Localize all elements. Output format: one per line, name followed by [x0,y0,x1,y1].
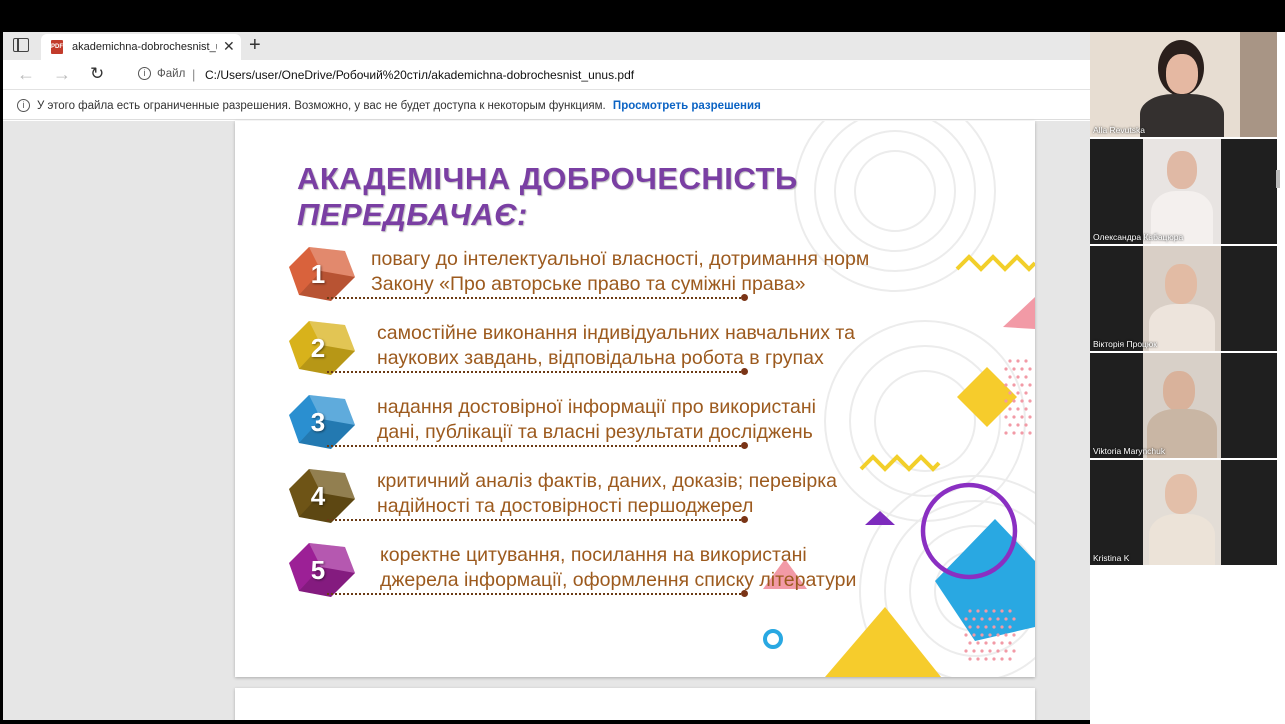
item-number: 5 [310,555,326,585]
participant-name: Олександра Кабацюра [1093,232,1184,242]
participant-name: Alla Revutska [1093,125,1145,135]
slide-title-regular: АКАДЕМІЧНА ДОБРОЧЕСНІСТЬ [297,161,798,196]
participant-face [1167,151,1197,189]
divider-end-dot [741,368,748,375]
address-prefix: Файл [157,68,186,80]
participants-panel: Alla Revutska Олександра Кабацюра Віктор… [1090,32,1285,724]
video-feed [1143,353,1221,458]
tab-actions-icon[interactable] [13,38,29,52]
item-text: надання достовірної інформації про викор… [377,395,816,444]
pdf-viewer[interactable]: АКАДЕМІЧНА ДОБРОЧЕСНІСТЬ ПЕРЕДБАЧАЄ: 1 п… [3,121,1090,720]
item-text: самостійне виконання індивідуальних навч… [377,321,855,370]
participant-tile[interactable]: Alla Revutska [1090,32,1277,137]
item-line: критичний аналіз фактів, даних, доказів;… [377,470,838,492]
item-line: дані, публікації та власні результати до… [377,420,813,443]
divider-end-dot [741,516,748,523]
info-icon[interactable]: i [138,67,151,80]
dotted-divider [327,519,745,521]
browser-window: PDF akademichna-dobrochesnist_unus ✕ + ←… [3,32,1090,720]
tab-bar: PDF akademichna-dobrochesnist_unus ✕ + [3,32,1090,60]
participant-body [1140,94,1224,137]
address-bar[interactable]: C:/Users/user/OneDrive/Робочий%20стіл/ak… [205,68,634,82]
item-line: Закону «Про авторське право та суміжні п… [371,272,806,295]
participant-tile[interactable]: Вікторія Процюк [1090,246,1277,351]
list-item-2: 2 самостійне виконання індивідуальних на… [285,315,905,381]
panel-scrollbar[interactable] [1276,170,1280,188]
pdf-page-next [235,688,1035,720]
participant-body [1149,514,1215,565]
participant-name: Вікторія Процюк [1093,339,1158,349]
list-item-4: 4 критичний аналіз фактів, даних, доказі… [285,463,905,529]
video-feed [1090,32,1277,137]
dotted-divider [327,371,745,373]
item-line: наукових завдань, відповідальна робота в… [377,346,824,369]
slide-title-italic: ПЕРЕДБАЧАЄ: [297,197,528,232]
divider-end-dot [741,590,748,597]
item-number: 1 [310,259,326,289]
dotted-divider [327,445,745,447]
item-line: джерела інформації, оформлення списку лі… [380,568,857,591]
background-door [1240,32,1277,137]
list-item-1: 1 повагу до інтелектуальної власності, д… [285,241,905,307]
navigation-bar: ← → ↻ i Файл | C:/Users/user/OneDrive/Ро… [3,60,1090,90]
reload-icon[interactable]: ↻ [90,64,104,84]
screen: PDF akademichna-dobrochesnist_unus ✕ + ←… [0,0,1285,724]
pdf-icon: PDF [51,40,63,54]
view-permissions-link[interactable]: Просмотреть разрешения [613,100,761,112]
participant-face [1165,264,1197,304]
permission-bar: i У этого файла есть ограниченные разреш… [3,92,1090,120]
participant-body [1149,304,1215,351]
participant-tile[interactable]: Олександра Кабацюра [1090,139,1277,244]
permission-message: У этого файла есть ограниченные разрешен… [37,100,761,112]
item-line: самостійне виконання індивідуальних навч… [377,322,855,344]
list-item-5: 5 коректне цитування, посилання на викор… [285,537,905,603]
item-number: 4 [310,481,326,511]
item-text: критичний аналіз фактів, даних, доказів;… [377,469,837,518]
participant-name: Viktoria Marynchuk [1093,446,1166,456]
new-tab-button[interactable]: + [249,34,261,57]
participant-tile[interactable]: Kristina K [1090,460,1277,565]
item-number: 3 [310,407,326,437]
dotted-divider [327,593,745,595]
permission-text: У этого файла есть ограниченные разрешен… [37,100,606,112]
divider-end-dot [741,442,748,449]
item-line: надійності та достовірності першоджерел [377,494,754,517]
item-number: 2 [310,333,326,363]
item-text: повагу до інтелектуальної власності, дот… [371,247,869,296]
video-feed [1143,139,1221,244]
item-line: надання достовірної інформації про викор… [377,396,816,418]
dotted-divider [327,297,745,299]
participant-face [1166,54,1198,94]
slide-title: АКАДЕМІЧНА ДОБРОЧЕСНІСТЬ ПЕРЕДБАЧАЄ: [297,161,1035,233]
participant-face [1163,371,1195,411]
close-icon[interactable]: ✕ [223,38,235,55]
item-text: коректне цитування, посилання на викорис… [380,543,856,592]
list-item-3: 3 надання достовірної інформації про вик… [285,389,905,455]
tab-pdf[interactable]: PDF akademichna-dobrochesnist_unus ✕ [41,34,241,60]
pdf-page: АКАДЕМІЧНА ДОБРОЧЕСНІСТЬ ПЕРЕДБАЧАЄ: 1 п… [235,121,1035,677]
item-line: повагу до інтелектуальної власності, дот… [371,248,870,270]
participant-tile[interactable]: Viktoria Marynchuk [1090,353,1277,458]
forward-arrow-icon[interactable]: → [53,64,71,85]
participant-name: Kristina K [1093,553,1130,563]
item-line: коректне цитування, посилання на викорис… [380,544,807,566]
video-feed [1143,460,1221,565]
tab-title: akademichna-dobrochesnist_unus [72,41,217,53]
address-separator: | [192,67,196,82]
back-arrow-icon[interactable]: ← [17,64,35,85]
participant-face [1165,474,1197,514]
info-icon: i [17,99,30,112]
video-feed [1143,246,1221,351]
divider-end-dot [741,294,748,301]
